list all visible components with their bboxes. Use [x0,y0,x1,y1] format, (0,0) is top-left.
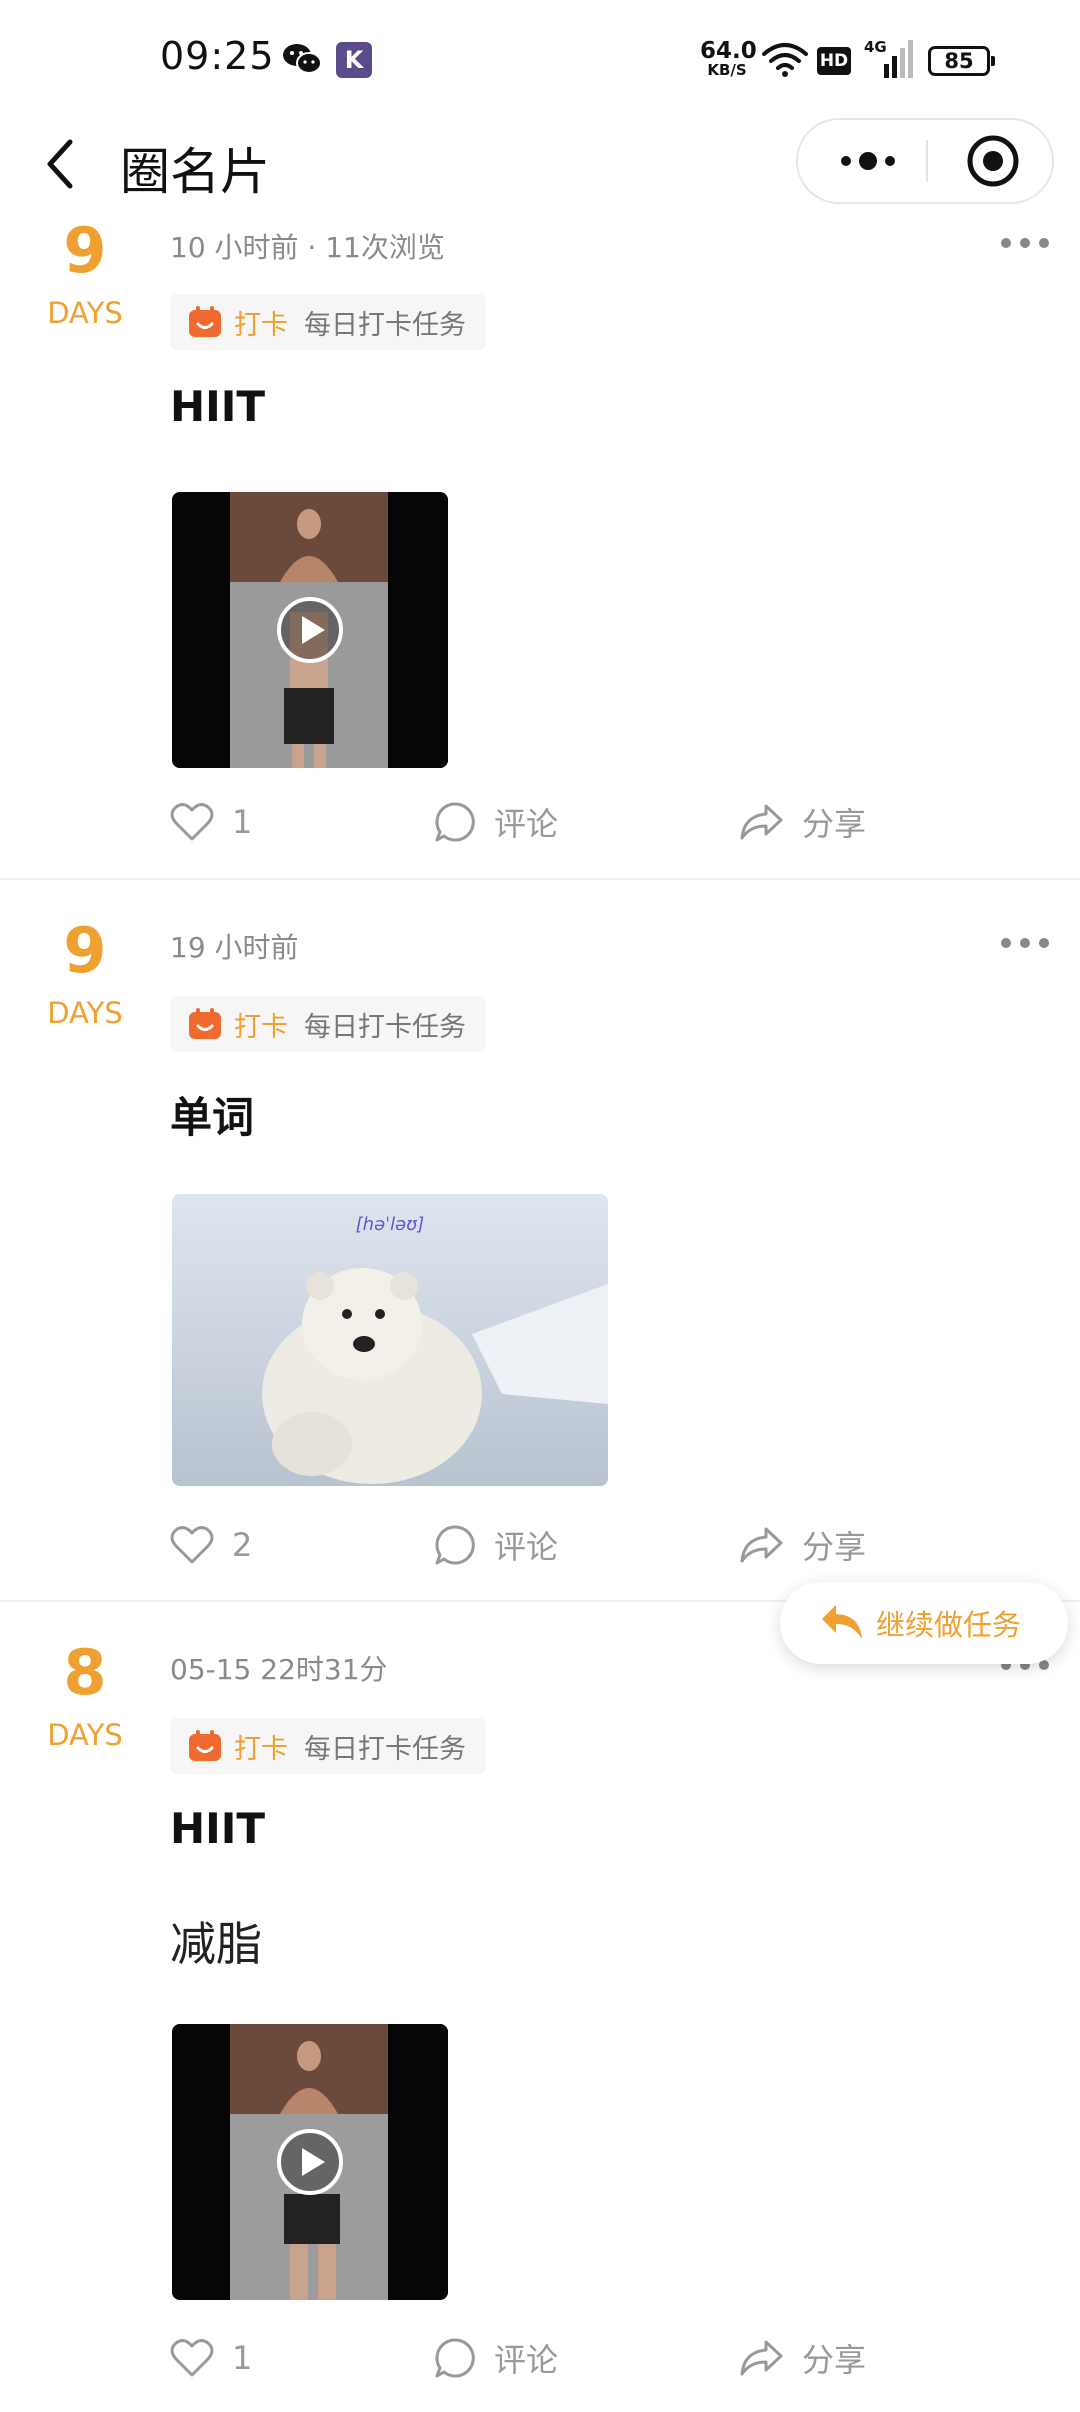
days-label: DAYS [47,296,123,330]
like-count: 1 [232,2339,253,2377]
tag-task: 每日打卡任务 [304,1011,466,1043]
signal-icon: 4G [864,38,913,78]
page-title: 圈名片 [120,143,270,201]
post-actions: 1 评论 分享 [0,792,1080,852]
post-text: HIIT [170,382,266,431]
post-actions: 1 评论 分享 [0,2328,1080,2388]
like-count: 2 [232,1526,253,1564]
tag-label: 打卡 [234,309,288,341]
post-text-line2: 减脂 [170,1917,262,1971]
like-button[interactable]: 1 [170,2328,252,2388]
post-card: 9 DAYS 19 小时前 打卡 每日打卡任务 单词 [həˈləʊ] 2 评论… [0,920,1080,1600]
task-tag[interactable]: 打卡 每日打卡任务 [170,996,486,1052]
comment-icon [435,802,475,842]
share-icon [740,1527,783,1563]
like-count: 1 [232,803,253,841]
post-text: HIIT [170,1804,266,1853]
calendar-icon [189,1008,221,1039]
post-divider [0,878,1080,880]
play-icon[interactable] [275,2127,345,2197]
comment-label: 评论 [494,805,559,843]
svg-text:4G: 4G [864,38,887,56]
tag-label: 打卡 [234,1011,288,1043]
comment-button[interactable]: 评论 [434,2328,558,2388]
play-icon[interactable] [275,595,345,665]
post-card: 9 DAYS 10 小时前 · 11次浏览 打卡 每日打卡任务 HIIT 1 评… [0,220,1080,880]
net-speed: 64.0 KB/S [700,38,757,79]
video-thumbnail[interactable] [172,492,448,768]
post-meta: 10 小时前 · 11次浏览 [170,231,445,264]
comment-label: 评论 [494,1528,559,1566]
more-dots-icon[interactable] [828,120,908,202]
capsule-divider [926,140,928,182]
continue-task-button[interactable]: 继续做任务 [780,1582,1068,1664]
calendar-icon [189,1730,221,1761]
post-image[interactable]: [həˈləʊ] [172,1194,608,1486]
mini-program-capsule [796,118,1054,204]
share-icon [740,804,783,840]
status-bar: 09:25 K 64.0 KB/S HD 4G 85 [0,0,1080,110]
target-icon[interactable] [966,134,1020,188]
post-meta: 05-15 22时31分 [170,1653,388,1686]
video-thumbnail[interactable] [172,2024,448,2300]
share-label: 分享 [802,805,867,843]
back-icon[interactable] [36,134,86,194]
post-text: 单词 [170,1093,255,1142]
more-dots-icon[interactable] [1000,935,1050,951]
like-button[interactable]: 1 [170,792,252,852]
comment-icon [435,1525,475,1565]
share-button[interactable]: 分享 [738,792,866,852]
continue-task-label: 继续做任务 [876,1608,1022,1642]
share-label: 分享 [802,2341,867,2379]
heart-icon [170,2339,214,2377]
tag-task: 每日打卡任务 [304,1733,466,1765]
continue-arrow-icon [822,1605,862,1639]
post-actions: 2 评论 分享 [0,1515,1080,1575]
heart-icon [170,1526,214,1564]
feed[interactable]: 9 DAYS 10 小时前 · 11次浏览 打卡 每日打卡任务 HIIT 1 评… [0,220,1080,2412]
task-tag[interactable]: 打卡 每日打卡任务 [170,1718,486,1774]
days-count: 9 [63,220,107,287]
wechat-icon [283,44,322,74]
share-button[interactable]: 分享 [738,2328,866,2388]
like-button[interactable]: 2 [170,1515,252,1575]
share-label: 分享 [802,1528,867,1566]
tag-label: 打卡 [234,1733,288,1765]
post-meta: 19 小时前 [170,931,299,964]
tag-task: 每日打卡任务 [304,309,466,341]
share-icon [740,2340,783,2376]
task-tag[interactable]: 打卡 每日打卡任务 [170,294,486,350]
comment-button[interactable]: 评论 [434,1515,558,1575]
calendar-icon [189,306,221,337]
comment-button[interactable]: 评论 [434,792,558,852]
polar-bear-image [172,1194,608,1486]
more-dots-icon[interactable] [1000,235,1050,251]
post-card: 8 DAYS 05-15 22时31分 打卡 每日打卡任务 HIIT 减脂 1 … [0,1642,1080,2412]
status-time: 09:25 [160,34,275,78]
share-button[interactable]: 分享 [738,1515,866,1575]
days-count: 8 [63,1636,107,1709]
heart-icon [170,803,214,841]
comment-icon [435,2338,475,2378]
comment-label: 评论 [494,2341,559,2379]
hd-badge: HD [817,47,851,75]
image-phonetic: [həˈləʊ] [355,1214,425,1235]
nav-bar: 圈名片 [0,110,1080,220]
days-label: DAYS [47,1718,123,1752]
days-count: 9 [63,914,107,987]
app-notification-icon: K [336,42,372,78]
wifi-icon [762,43,808,77]
battery-indicator: 85 [928,46,995,76]
days-label: DAYS [47,996,123,1030]
